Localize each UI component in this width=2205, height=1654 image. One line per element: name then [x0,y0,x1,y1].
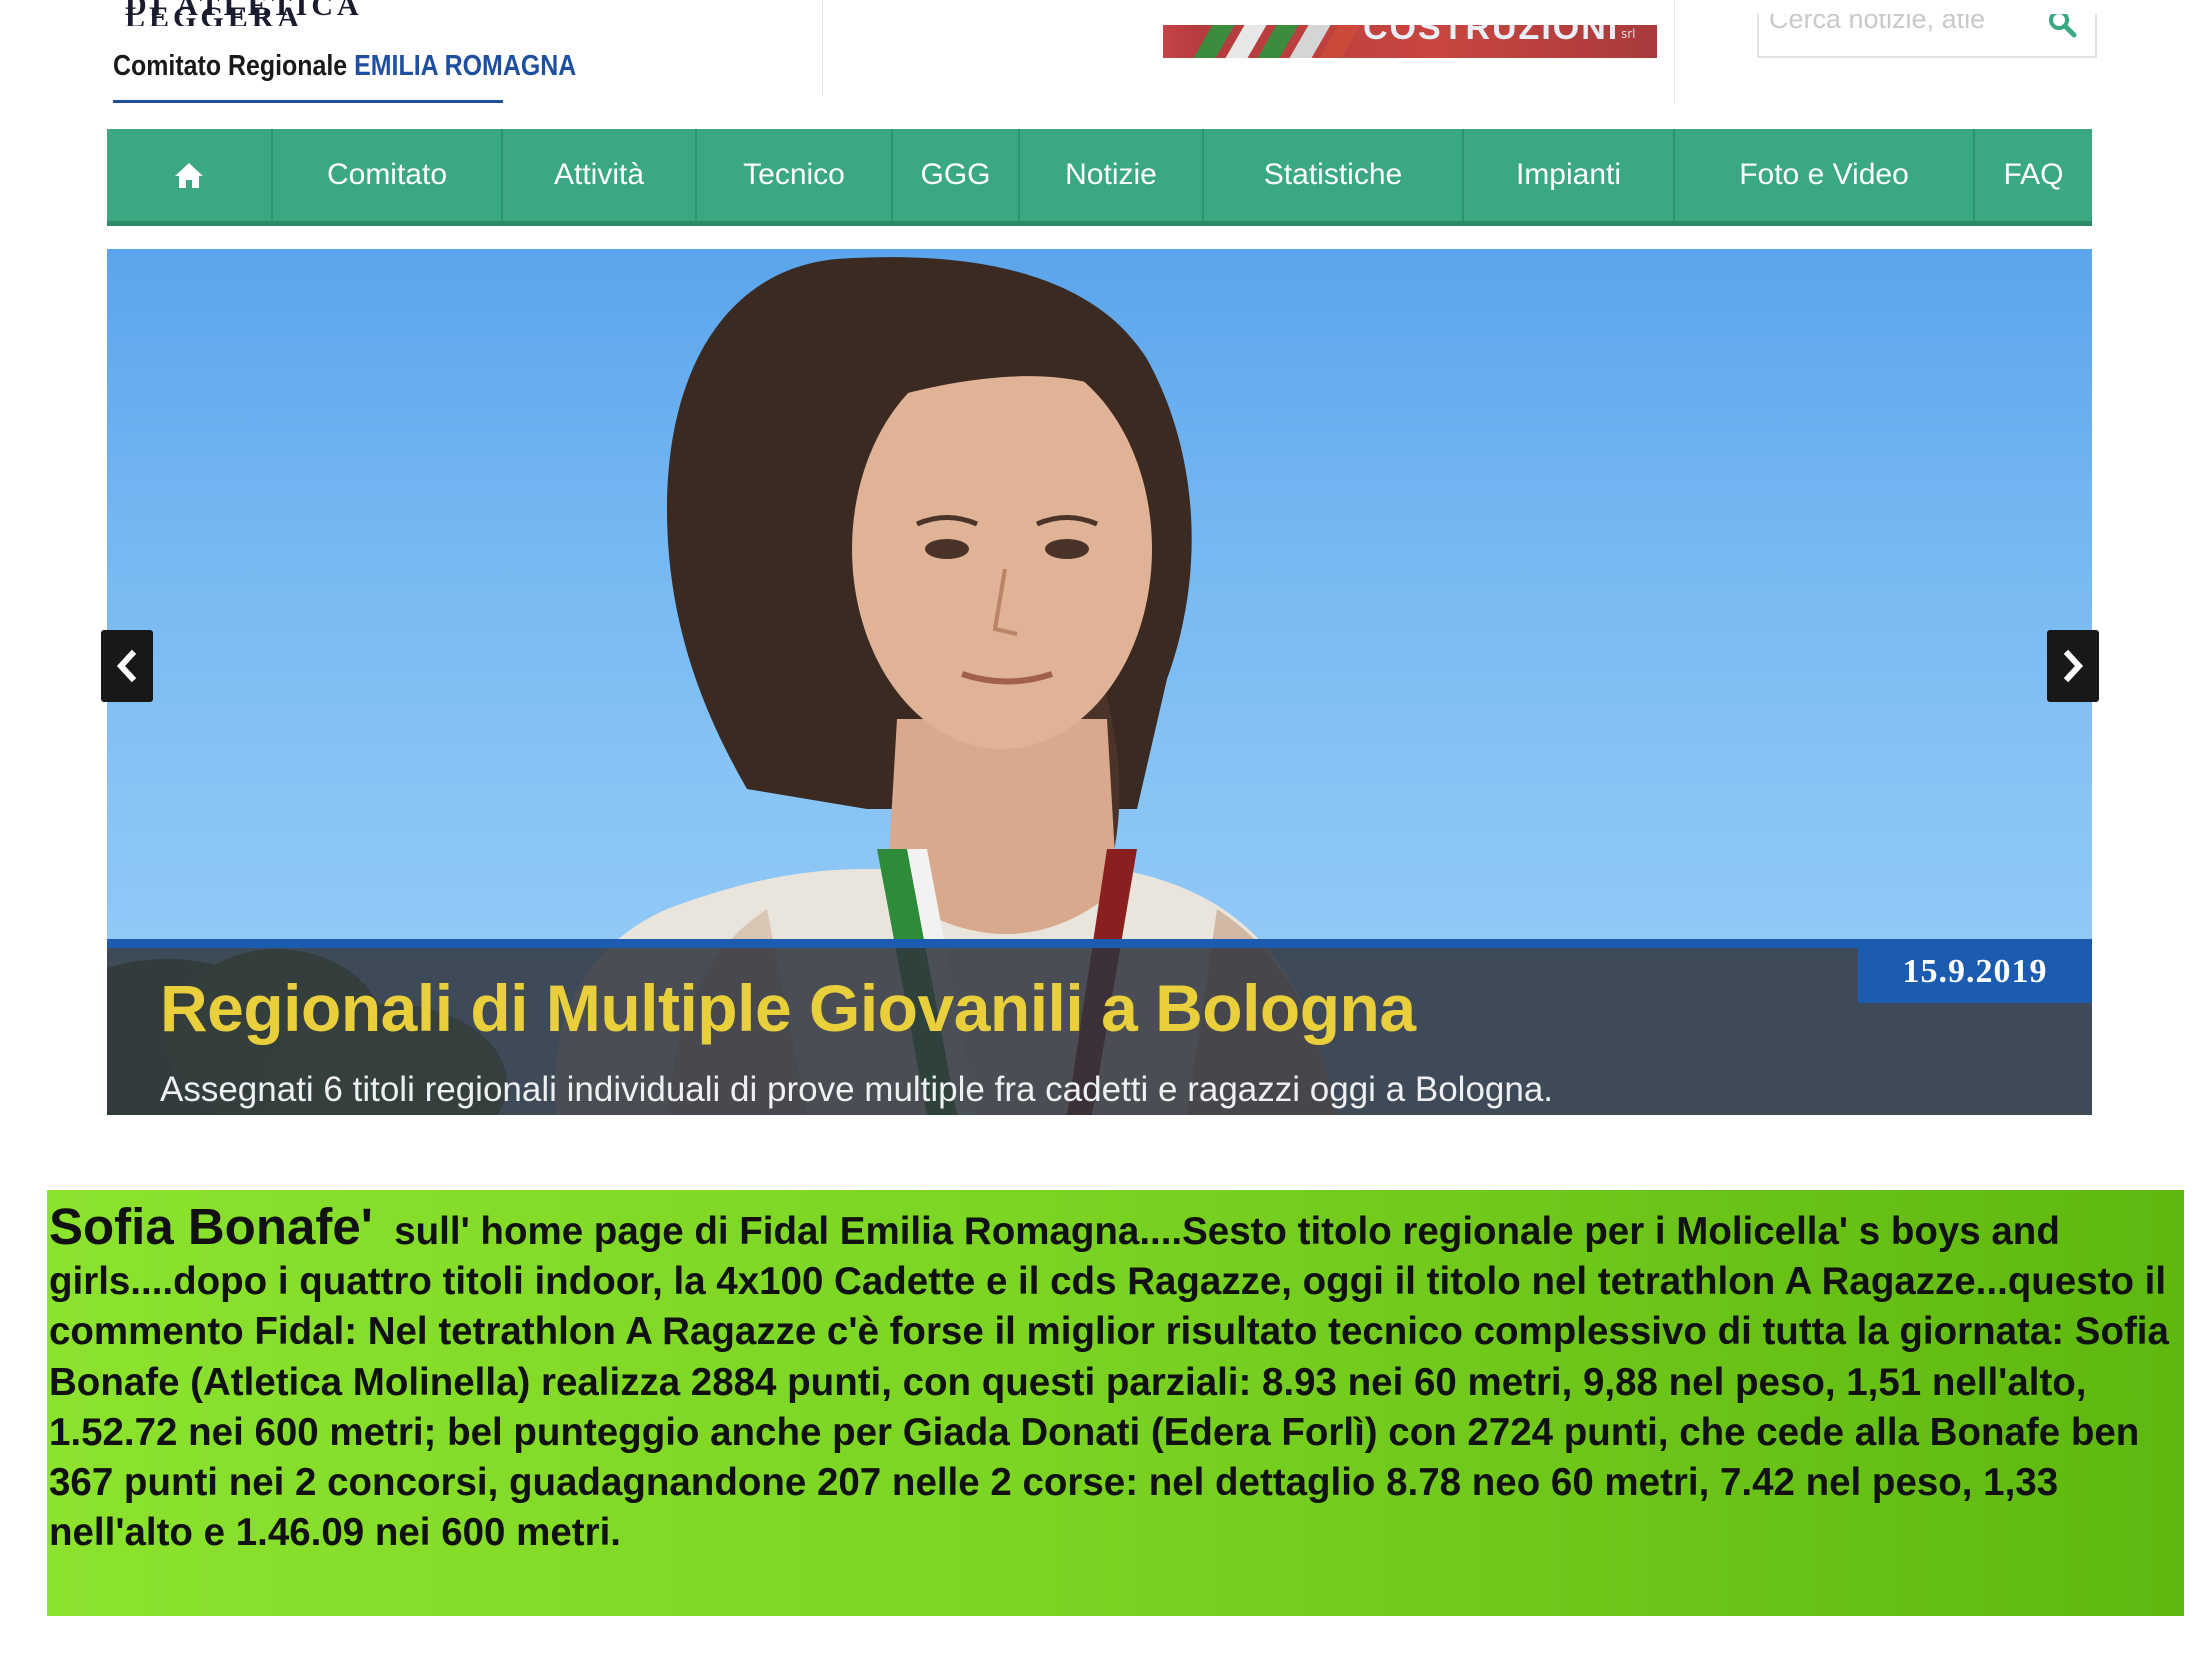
sponsor-banner[interactable]: COSTRUZIONI srl [1163,25,1657,58]
header-divider [1674,0,1675,104]
news-slider[interactable]: Regionali di Multiple Giovanili a Bologn… [107,249,2092,1115]
logo-underline [113,100,503,103]
slide-date-badge: 15.9.2019 [1858,941,2092,1003]
logo-federation-text: DI ATLETICA LEGGERA [125,0,362,26]
chevron-left-icon [116,649,137,683]
nav-ggg[interactable]: GGG [893,129,1020,221]
header-divider [822,0,823,95]
athlete-name: Sofia Bonafe' [49,1198,373,1255]
note-paragraph: Sofia Bonafe' sull' home page di Fidal E… [49,1201,2182,1558]
nav-statistiche[interactable]: Statistiche [1204,129,1464,221]
comment-note: Sofia Bonafe' sull' home page di Fidal E… [47,1190,2184,1616]
logo-org: Comitato Regionale [113,50,348,82]
nav-foto-video[interactable]: Foto e Video [1675,129,1975,221]
chevron-right-icon [2063,649,2084,683]
slide-subtitle: Assegnati 6 titoli regionali individuali… [160,1070,1554,1109]
search-input[interactable] [1759,14,2041,40]
search-icon[interactable] [2047,14,2077,38]
slide-caption[interactable]: Regionali di Multiple Giovanili a Bologn… [107,939,2092,1115]
nav-comitato[interactable]: Comitato [273,129,503,221]
nav-faq[interactable]: FAQ [1975,129,2092,221]
nav-notizie[interactable]: Notizie [1020,129,1204,221]
banner-text: COSTRUZIONI [1363,25,1620,47]
slide-title[interactable]: Regionali di Multiple Giovanili a Bologn… [160,970,1416,1046]
home-icon [175,163,203,188]
banner-suffix: srl [1621,27,1636,41]
note-text: sull' home page di Fidal Emilia Romagna.… [49,1210,2169,1555]
slider-prev-button[interactable] [101,630,153,702]
main-navbar: Comitato Attività Tecnico GGG Notizie St… [107,129,2092,226]
nav-tecnico[interactable]: Tecnico [697,129,893,221]
slider-next-button[interactable] [2047,630,2099,702]
nav-impianti[interactable]: Impianti [1464,129,1675,221]
search-box[interactable] [1757,14,2097,58]
logo-region: EMILIA ROMAGNA [354,50,577,82]
site-logo[interactable]: DI ATLETICA LEGGERA Comitato Regionale E… [113,0,576,110]
logo-committee-text: Comitato Regionale EMILIA ROMAGNA [113,50,576,83]
nav-attivita[interactable]: Attività [503,129,697,221]
nav-home[interactable] [107,129,273,221]
